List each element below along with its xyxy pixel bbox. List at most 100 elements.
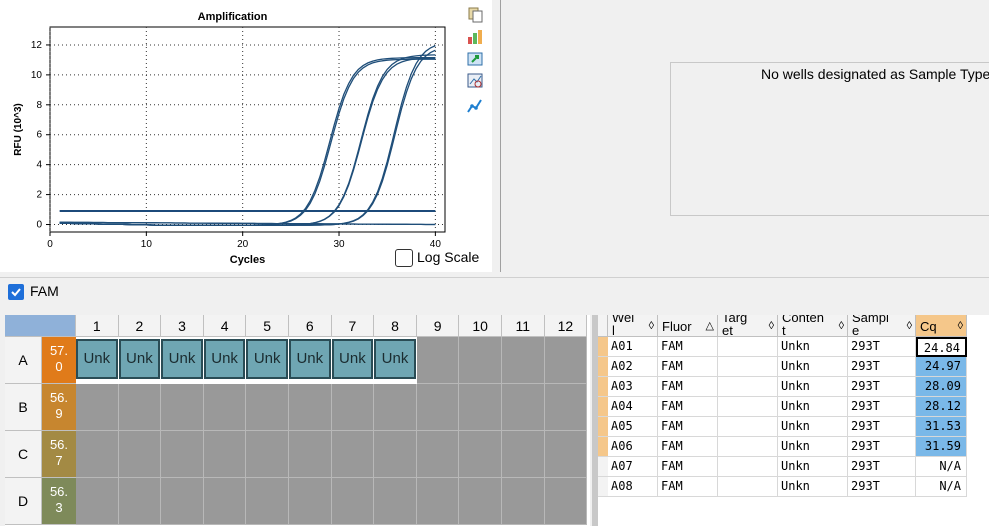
plate-well[interactable] — [374, 478, 417, 525]
plate-well[interactable] — [459, 478, 502, 525]
plate-row-header[interactable]: A — [5, 337, 42, 384]
plate-column-header[interactable]: 2 — [118, 315, 162, 337]
row-selector[interactable] — [598, 397, 608, 417]
cell-well[interactable]: A03 — [608, 377, 658, 397]
fam-checkbox[interactable] — [8, 284, 24, 300]
plate-well[interactable] — [289, 384, 332, 431]
sort-icon[interactable]: ◊ — [649, 320, 654, 333]
cell-target[interactable] — [718, 357, 778, 377]
cell-content[interactable]: Unkn — [778, 337, 848, 357]
cell-cq[interactable]: 31.59 — [916, 437, 967, 457]
cell-cq[interactable]: 24.84 — [916, 337, 967, 357]
cell-cq[interactable]: 28.12 — [916, 397, 967, 417]
cell-sample[interactable]: 293T — [848, 457, 916, 477]
refresh-icon[interactable] — [466, 50, 484, 68]
plate-well[interactable] — [289, 431, 332, 478]
plate-row-header[interactable]: C — [5, 431, 42, 478]
cell-well[interactable]: A02 — [608, 357, 658, 377]
cell-content[interactable]: Unkn — [778, 477, 848, 497]
cell-well[interactable]: A04 — [608, 397, 658, 417]
cell-sample[interactable]: 293T — [848, 357, 916, 377]
cell-well[interactable]: A01 — [608, 337, 658, 357]
plate-column-header[interactable]: 6 — [289, 315, 332, 337]
sort-icon[interactable]: ◊ — [839, 320, 844, 333]
cell-well[interactable]: A05 — [608, 417, 658, 437]
sort-icon[interactable]: ◊ — [907, 320, 912, 333]
row-selector[interactable] — [598, 357, 608, 377]
plate-column-header[interactable]: 8 — [374, 315, 417, 337]
plate-well[interactable] — [246, 384, 289, 431]
row-selector[interactable] — [598, 477, 608, 497]
plate-well[interactable] — [331, 478, 375, 525]
plate-well[interactable] — [161, 384, 204, 431]
cell-cq[interactable]: 31.53 — [916, 417, 967, 437]
row-selector[interactable] — [598, 377, 608, 397]
plate-select-all[interactable] — [5, 315, 76, 337]
plate-column-header[interactable]: 12 — [544, 315, 588, 337]
plate-well[interactable]: Unk — [118, 339, 161, 379]
plate-column-header[interactable]: 7 — [331, 315, 375, 337]
plate-well[interactable] — [544, 337, 588, 384]
sort-icon[interactable]: △ — [706, 320, 714, 333]
cell-sample[interactable]: 293T — [848, 417, 916, 437]
cell-content[interactable]: Unkn — [778, 457, 848, 477]
cell-cq[interactable]: 28.09 — [916, 377, 967, 397]
cell-sample[interactable]: 293T — [848, 437, 916, 457]
row-selector[interactable] — [598, 437, 608, 457]
cell-cq[interactable]: N/A — [916, 477, 967, 497]
sort-icon[interactable]: ◊ — [769, 320, 774, 333]
cell-sample[interactable]: 293T — [848, 477, 916, 497]
cell-target[interactable] — [718, 477, 778, 497]
cell-sample[interactable]: 293T — [848, 377, 916, 397]
plate-well[interactable] — [118, 384, 162, 431]
plate-row-header[interactable]: B — [5, 384, 42, 431]
cell-target[interactable] — [718, 457, 778, 477]
cell-fluor[interactable]: FAM — [658, 397, 718, 417]
column-header-fluor[interactable]: Fluor △ — [658, 315, 718, 337]
plate-well[interactable] — [544, 384, 588, 431]
cell-sample[interactable]: 293T — [848, 337, 916, 357]
plate-well[interactable] — [76, 431, 119, 478]
cell-cq[interactable]: N/A — [916, 457, 967, 477]
plate-well[interactable] — [374, 431, 417, 478]
cell-target[interactable] — [718, 397, 778, 417]
plate-well[interactable] — [118, 431, 162, 478]
plate-well[interactable] — [203, 431, 247, 478]
plate-well[interactable] — [416, 478, 460, 525]
cell-fluor[interactable]: FAM — [658, 337, 718, 357]
plate-well[interactable] — [459, 384, 502, 431]
cell-content[interactable]: Unkn — [778, 417, 848, 437]
plate-well[interactable]: Unk — [331, 339, 374, 379]
plate-well[interactable] — [118, 478, 162, 525]
plate-column-header[interactable]: 4 — [203, 315, 247, 337]
plate-well[interactable] — [459, 337, 502, 384]
plate-well[interactable] — [502, 337, 545, 384]
plate-well[interactable] — [246, 431, 289, 478]
cell-target[interactable] — [718, 417, 778, 437]
plate-column-header[interactable]: 10 — [459, 315, 502, 337]
log-scale-checkbox[interactable] — [395, 249, 413, 267]
row-selector[interactable] — [598, 337, 608, 357]
row-selector[interactable] — [598, 417, 608, 437]
plate-well[interactable] — [459, 431, 502, 478]
plate-well[interactable] — [416, 384, 460, 431]
plate-well[interactable]: Unk — [374, 339, 416, 379]
cell-content[interactable]: Unkn — [778, 397, 848, 417]
plate-well[interactable] — [374, 384, 417, 431]
plate-well[interactable] — [76, 384, 119, 431]
cell-well[interactable]: A07 — [608, 457, 658, 477]
column-header-content[interactable]: Conten t ◊ — [778, 315, 848, 337]
plate-well[interactable] — [416, 337, 460, 384]
plate-well[interactable] — [502, 431, 545, 478]
plate-well[interactable] — [289, 478, 332, 525]
plate-well[interactable]: Unk — [246, 339, 288, 379]
plate-column-header[interactable]: 9 — [416, 315, 460, 337]
export-icon[interactable] — [466, 28, 484, 46]
plate-well[interactable]: Unk — [289, 339, 331, 379]
cell-well[interactable]: A06 — [608, 437, 658, 457]
plate-well[interactable] — [331, 431, 375, 478]
plate-well[interactable] — [246, 478, 289, 525]
column-header-target[interactable]: Targ et ◊ — [718, 315, 778, 337]
plate-well[interactable] — [161, 431, 204, 478]
plate-well[interactable] — [502, 478, 545, 525]
